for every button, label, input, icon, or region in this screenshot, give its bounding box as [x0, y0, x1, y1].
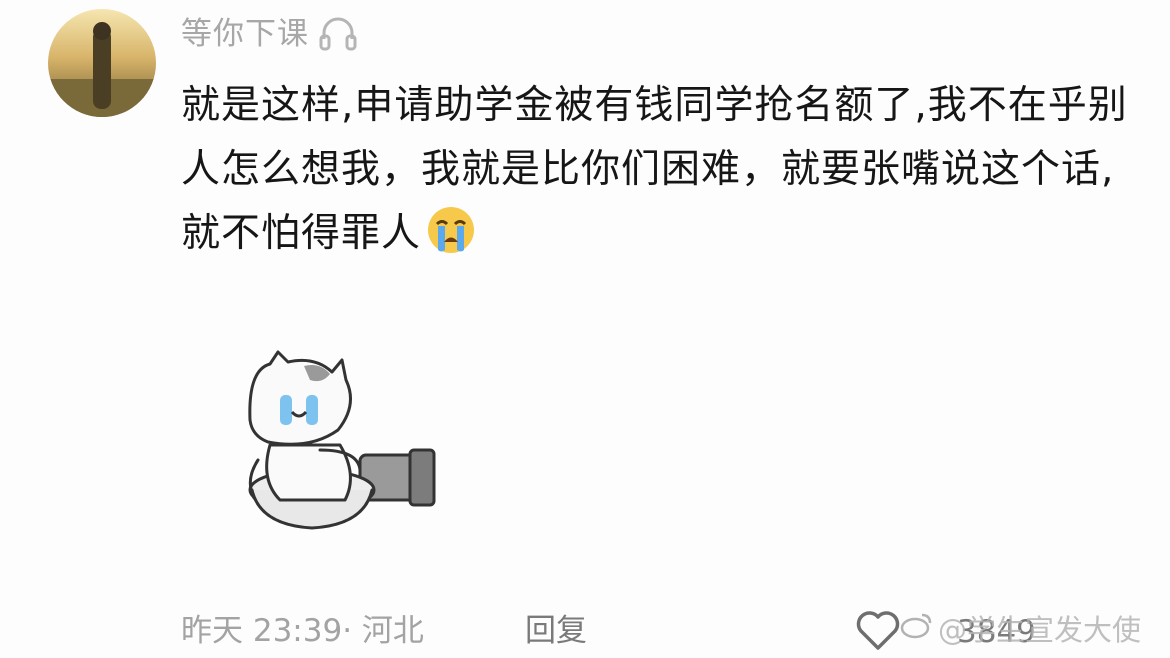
username-row: 等你下课 — [181, 12, 359, 56]
weibo-watermark: @学生宣发大使 — [900, 608, 1141, 652]
comment-meta: 昨天 23:39· 河北 — [181, 606, 424, 656]
watermark-text: @学生宣发大使 — [938, 613, 1142, 647]
time-location: 昨天 23:39· 河北 — [181, 613, 424, 649]
headphone-icon — [317, 13, 359, 55]
comment-body: 就是这样,申请助学金被有钱同学抢名额了,我不在乎别人怎么想我，我就是比你们困难，… — [181, 74, 1141, 266]
reply-button[interactable]: 回复 — [525, 606, 587, 656]
comment-text: 就是这样,申请助学金被有钱同学抢名额了,我不在乎别人怎么想我，我就是比你们困难，… — [181, 83, 1128, 256]
loudly-crying-face-emoji — [425, 204, 477, 256]
weibo-logo-icon — [900, 608, 934, 652]
crying-cat-sticker — [240, 350, 440, 530]
user-avatar[interactable] — [48, 9, 156, 117]
username[interactable]: 等你下课 — [181, 12, 309, 56]
heart-outline-icon[interactable] — [855, 609, 901, 655]
